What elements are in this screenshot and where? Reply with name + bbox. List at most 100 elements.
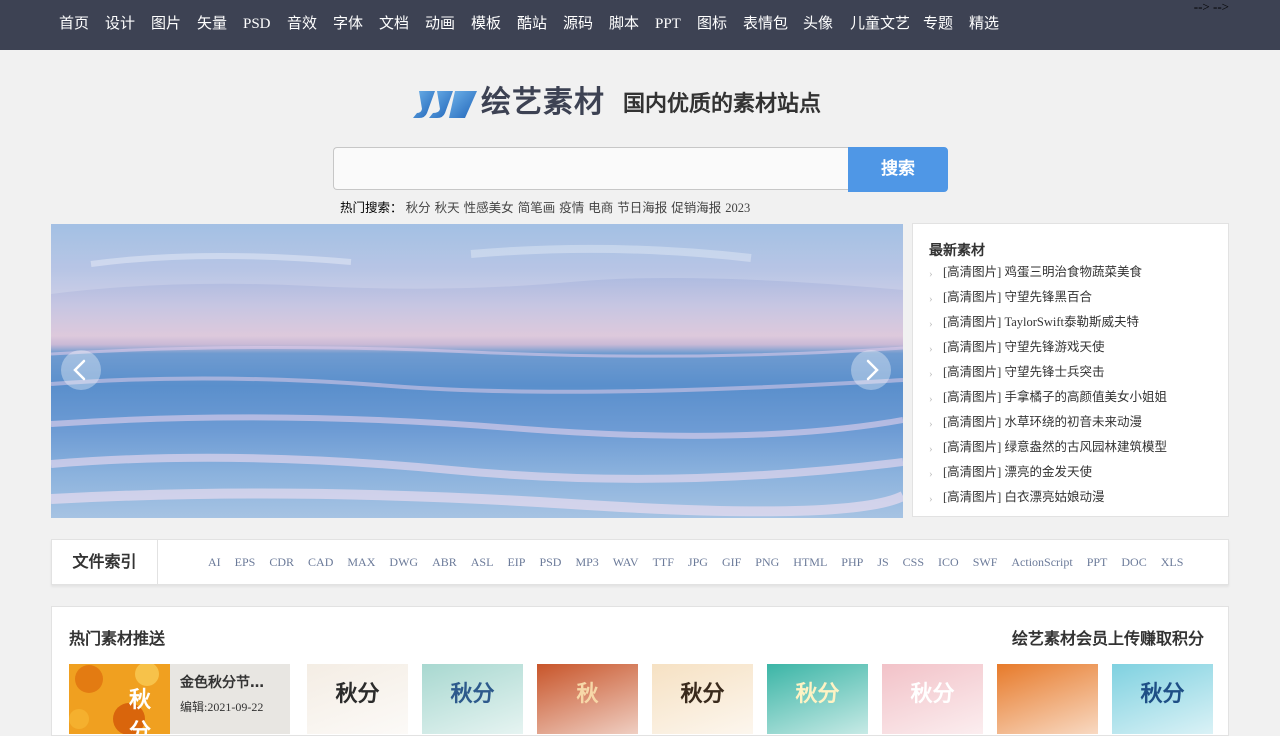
nav-item[interactable]: 首页 (59, 0, 89, 50)
file-type-link[interactable]: ABR (432, 555, 457, 569)
file-type-link[interactable]: ASL (471, 555, 494, 569)
file-type-link[interactable]: PNG (755, 555, 779, 569)
nav-item[interactable]: 表情包 (743, 0, 788, 50)
file-type-link[interactable]: CAD (308, 555, 333, 569)
hot-search-label: 热门搜索： (340, 201, 403, 215)
file-type-link[interactable]: ICO (938, 555, 959, 569)
hot-search-word[interactable]: 秋分 (406, 201, 431, 215)
latest-list-item[interactable]: › [高清图片] 守望先锋黑百合 (929, 289, 1167, 314)
latest-list-item[interactable]: › [高清图片] 水草环绕的初音未来动漫 (929, 414, 1167, 439)
nav-item[interactable]: 源码 (563, 0, 593, 50)
search-button[interactable]: 搜索 (848, 147, 948, 192)
search-input[interactable] (333, 147, 849, 190)
file-type-link[interactable]: JPG (688, 555, 708, 569)
latest-list-item[interactable]: › [高清图片] 漂亮的金发天使 (929, 464, 1167, 489)
file-type-link[interactable]: PPT (1087, 555, 1108, 569)
file-type-link[interactable]: TTF (653, 555, 674, 569)
file-type-link[interactable]: AI (208, 555, 221, 569)
hot-search-word[interactable]: 2023 (725, 201, 750, 215)
recommend-thumb[interactable] (997, 664, 1098, 734)
file-type-link[interactable]: ActionScript (1011, 555, 1072, 569)
file-type-link[interactable]: JS (877, 555, 888, 569)
latest-list-item[interactable]: › [高清图片] TaylorSwift泰勒斯威夫特 (929, 314, 1167, 339)
hot-search-word[interactable]: 简笔画 (518, 201, 556, 215)
nav-item[interactable]: 精选 (969, 0, 999, 50)
latest-list-item[interactable]: › [高清图片] 守望先锋游戏天使 (929, 339, 1167, 364)
featured-thumb-text: 秋分 (129, 687, 152, 734)
file-type-link[interactable]: DOC (1121, 555, 1146, 569)
chevron-right-icon: › (929, 468, 933, 480)
file-type-link[interactable]: EIP (507, 555, 525, 569)
chevron-right-icon: › (929, 443, 933, 455)
latest-list-item[interactable]: › [高清图片] 绿意盎然的古风园林建筑模型 (929, 439, 1167, 464)
thumb-title-text: 秋分 (680, 681, 725, 707)
file-type-link[interactable]: XLS (1161, 555, 1184, 569)
nav-item[interactable]: 图片 (151, 0, 181, 50)
nav-item[interactable]: 头像 (803, 0, 833, 50)
file-type-link[interactable]: MAX (347, 555, 375, 569)
file-type-link[interactable]: MP3 (575, 555, 598, 569)
member-upload-link[interactable]: 绘艺素材会员上传赚取积分 (1012, 625, 1204, 649)
file-type-link[interactable]: PHP (841, 555, 863, 569)
file-type-link[interactable]: HTML (793, 555, 827, 569)
nav-item[interactable]: 矢量 (197, 0, 227, 50)
thumb-title-text: 秋分 (910, 681, 955, 707)
file-index-links: AI EPS CDR CAD MAX DWG ABR ASL EIP PSD MP3 WAV TTF JP… (208, 540, 1197, 584)
nav-item[interactable]: 模板 (471, 0, 501, 50)
nav-item[interactable]: PSD (243, 0, 271, 50)
file-type-link[interactable]: SWF (973, 555, 998, 569)
file-type-link[interactable]: PSD (539, 555, 561, 569)
nav-item[interactable]: 字体 (333, 0, 363, 50)
recommend-thumb[interactable]: 秋分 (652, 664, 753, 734)
nav-item[interactable]: 儿童文艺 (850, 0, 910, 50)
featured-date: 编辑:2021-09-22 (180, 700, 264, 714)
banner-carousel[interactable] (51, 224, 903, 518)
hot-search-word[interactable]: 疫情 (559, 201, 584, 215)
hot-search-word[interactable]: 性感美女 (464, 201, 514, 215)
featured-item[interactable]: 秋分 金色秋分节… 编辑:2021-09-22 (69, 664, 290, 734)
file-type-link[interactable]: GIF (722, 555, 741, 569)
nav-item[interactable]: 文档 (379, 0, 409, 50)
file-type-link[interactable]: EPS (235, 555, 256, 569)
hot-search-word[interactable]: 电商 (588, 201, 613, 215)
file-type-link[interactable]: WAV (613, 555, 639, 569)
latest-list-item[interactable]: › [高清图片] 鸡蛋三明治食物蔬菜美食 (929, 264, 1167, 289)
nav-item[interactable]: 音效 (287, 0, 317, 50)
hot-search: 热门搜索： 秋分 秋天 性感美女 简笔画 疫情 电商 节日海报 促销海报 2023 (340, 197, 754, 216)
thumb-title-text: 秋分 (1140, 681, 1185, 707)
latest-item-title: [高清图片] 绿意盎然的古风园林建筑模型 (943, 440, 1167, 454)
file-type-link[interactable]: DWG (389, 555, 418, 569)
banner-next-button[interactable] (851, 350, 891, 390)
nav-item[interactable]: 设计 (105, 0, 135, 50)
latest-item-title: [高清图片] 守望先锋游戏天使 (943, 340, 1105, 354)
latest-list-item[interactable]: › [高清图片] 守望先锋士兵突击 (929, 364, 1167, 389)
nav-item[interactable]: 酷站 (517, 0, 547, 50)
recommend-thumb[interactable]: 秋分 (307, 664, 408, 734)
recommend-thumb[interactable]: 秋分 (767, 664, 868, 734)
latest-panel: 最新素材 › [高清图片] 鸡蛋三明治食物蔬菜美食 › [高清图片] 守望先锋黑百合 ›… (912, 223, 1229, 517)
nav-item[interactable]: 图标 (697, 0, 727, 50)
recommend-thumb[interactable]: 秋分 (1112, 664, 1213, 734)
nav-item[interactable]: 专题 (923, 0, 953, 50)
latest-item-title: [高清图片] 水草环绕的初音未来动漫 (943, 415, 1142, 429)
hot-search-word[interactable]: 促销海报 (671, 201, 721, 215)
chevron-right-icon: › (929, 493, 933, 505)
hot-search-word[interactable]: 秋天 (435, 201, 460, 215)
thumb-title-text: 秋分 (795, 681, 840, 707)
latest-list-item[interactable]: › [高清图片] 白衣漂亮姑娘动漫 (929, 489, 1167, 514)
nav-item[interactable]: 脚本 (609, 0, 639, 50)
recommend-thumb[interactable]: 秋分 (422, 664, 523, 734)
banner-prev-button[interactable] (61, 350, 101, 390)
file-type-link[interactable]: CSS (903, 555, 924, 569)
recommend-thumb[interactable]: 秋 (537, 664, 638, 734)
recommend-thumb[interactable]: 秋分 (882, 664, 983, 734)
latest-list-item[interactable]: › [高清图片] 手拿橘子的高颜值美女小姐姐 (929, 389, 1167, 414)
nav-item[interactable]: 动画 (425, 0, 455, 50)
latest-item-title: [高清图片] 漂亮的金发天使 (943, 465, 1092, 479)
thumb-title-text: 秋分 (335, 681, 380, 707)
hot-search-word[interactable]: 节日海报 (617, 201, 667, 215)
nav-item[interactable]: PPT (655, 0, 681, 50)
latest-list: › [高清图片] 鸡蛋三明治食物蔬菜美食 › [高清图片] 守望先锋黑百合 › [高清图片… (929, 264, 1167, 514)
file-type-link[interactable]: CDR (269, 555, 294, 569)
latest-item-title: [高清图片] 鸡蛋三明治食物蔬菜美食 (943, 265, 1142, 279)
